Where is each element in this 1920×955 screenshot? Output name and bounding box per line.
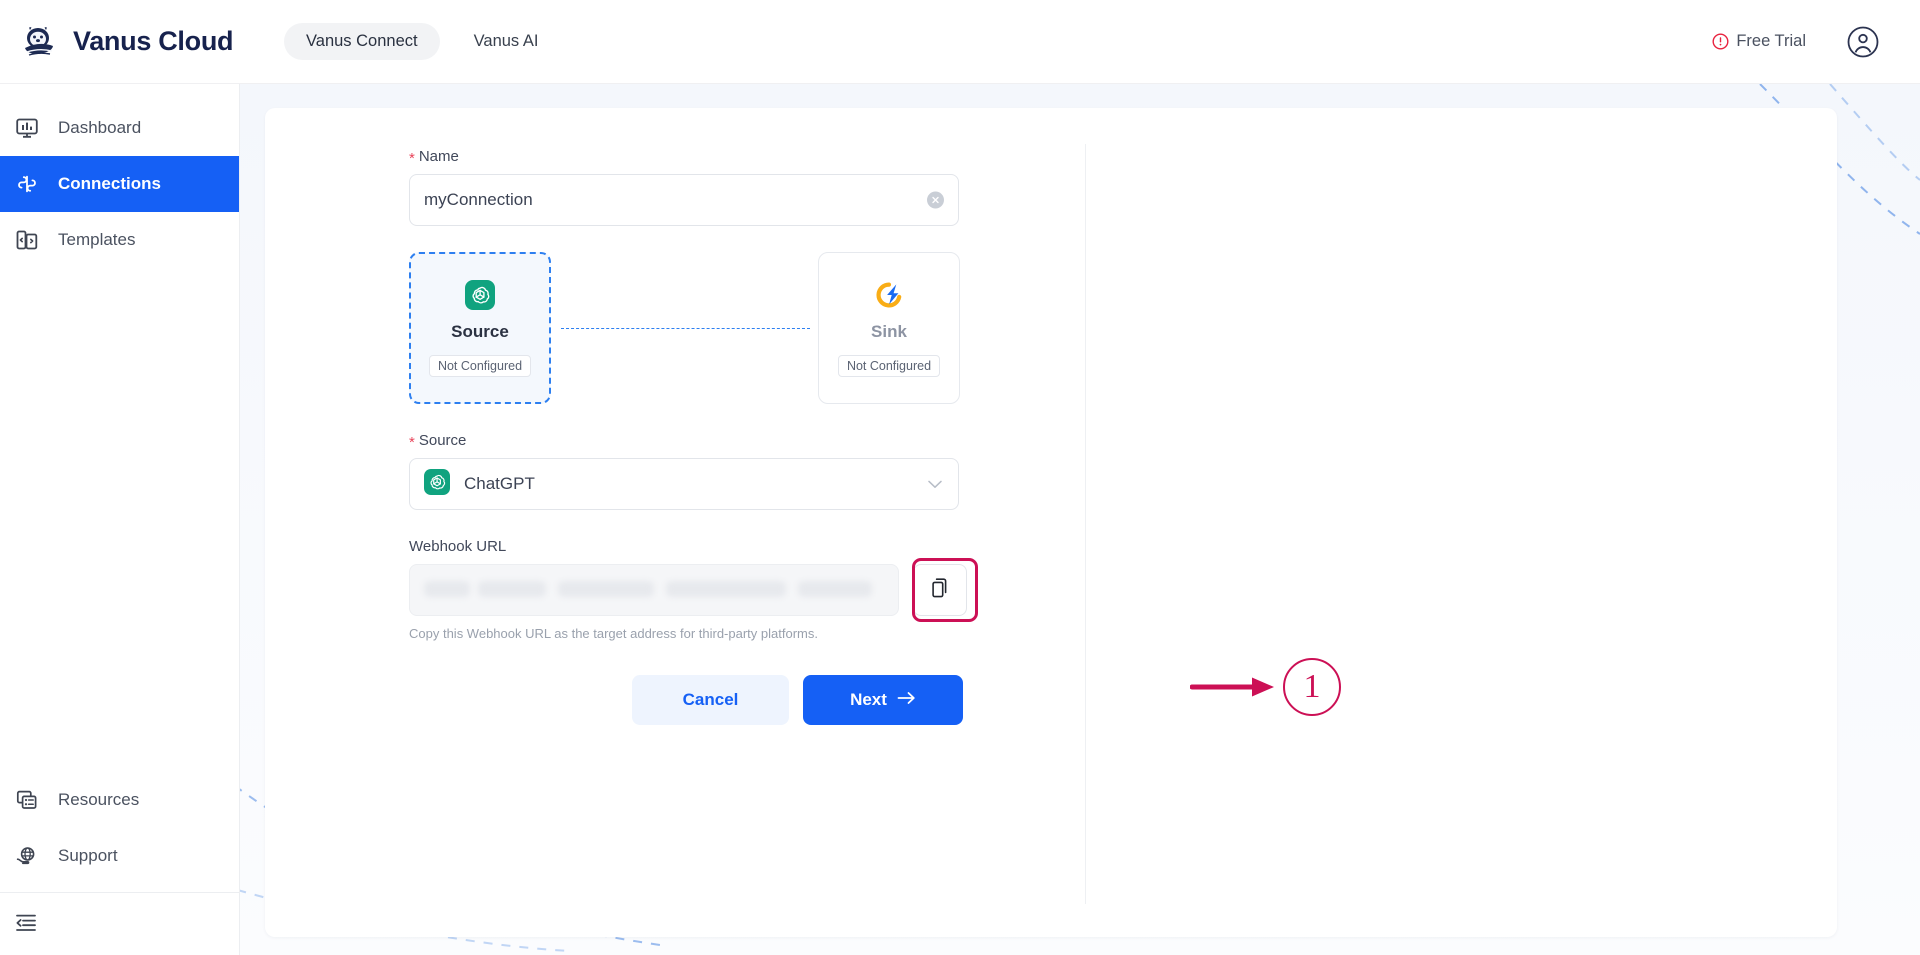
warning-circle-icon <box>1712 33 1729 50</box>
required-asterisk: * <box>409 434 415 451</box>
sink-node-card[interactable]: Sink Not Configured <box>818 252 960 404</box>
sidebar-item-connections[interactable]: Connections <box>0 156 239 212</box>
redacted-block <box>798 581 872 597</box>
chatgpt-icon <box>464 279 496 311</box>
sidebar-item-dashboard[interactable]: Dashboard <box>0 100 239 156</box>
sidebar-item-label: Resources <box>58 790 140 809</box>
node-connector-dashed-line <box>561 328 810 329</box>
tab-vanus-connect[interactable]: Vanus Connect <box>284 23 440 60</box>
required-asterisk: * <box>409 150 415 167</box>
sidebar-item-templates[interactable]: Templates <box>0 212 239 268</box>
templates-code-icon <box>14 227 40 253</box>
resources-list-icon <box>14 787 40 813</box>
source-select-value: ChatGPT <box>464 474 535 493</box>
source-label-text: Source <box>418 432 467 449</box>
copy-webhook-url-button[interactable] <box>913 564 967 616</box>
webhook-label-text: Webhook URL <box>409 538 507 555</box>
sidebar-item-resources[interactable]: Resources <box>0 772 239 828</box>
create-connection-form: * Name myConnection Source Not Configure… <box>409 148 978 725</box>
connection-nodes: Source Not Configured Sink Not Configure… <box>409 252 969 404</box>
connection-name-value: myConnection <box>424 190 533 209</box>
sink-node-title: Sink <box>871 322 907 341</box>
seal-logo-icon <box>18 21 60 63</box>
arrow-right-icon <box>897 690 916 710</box>
webhook-url-row <box>409 558 978 622</box>
sidebar-primary-nav: Dashboard Connections Templates <box>0 84 239 268</box>
sidebar-secondary-nav: Resources Support <box>0 772 239 955</box>
copy-icon <box>930 577 951 604</box>
name-label-text: Name <box>418 148 459 165</box>
redacted-block <box>558 581 654 597</box>
header-right-group: Free Trial <box>1712 25 1880 59</box>
support-globe-hand-icon <box>14 843 40 869</box>
sidebar-item-label: Connections <box>58 174 161 193</box>
annotation-step-number: 1 <box>1283 658 1341 716</box>
dashboard-monitor-icon <box>14 115 40 141</box>
webhook-url-label: Webhook URL <box>409 538 969 555</box>
connection-form-panel: * Name myConnection Source Not Configure… <box>265 108 1837 937</box>
sidebar: Dashboard Connections Templates Resource… <box>0 84 240 955</box>
redacted-block <box>424 581 470 597</box>
free-trial-status[interactable]: Free Trial <box>1712 32 1806 51</box>
redacted-block <box>478 581 546 597</box>
collapse-sidebar-icon <box>14 910 38 939</box>
source-type-select[interactable]: ChatGPT <box>409 458 959 510</box>
next-button[interactable]: Next <box>803 675 963 725</box>
sidebar-item-support[interactable]: Support <box>0 828 239 884</box>
brand[interactable]: Vanus Cloud <box>18 21 248 63</box>
next-button-label: Next <box>850 690 887 709</box>
source-node-title: Source <box>451 322 509 341</box>
user-circle-icon[interactable] <box>1846 25 1880 59</box>
name-field-label: * Name <box>409 148 969 167</box>
source-select-label: * Source <box>409 432 969 451</box>
connections-icon <box>14 171 40 197</box>
vanus-sink-bolt-icon <box>873 279 905 311</box>
chatgpt-icon <box>424 468 450 500</box>
webhook-url-hint: Copy this Webhook URL as the target addr… <box>409 626 818 641</box>
chevron-down-icon[interactable] <box>928 474 942 494</box>
top-nav-tabs: Vanus Connect Vanus AI <box>284 23 560 60</box>
main-content: * Name myConnection Source Not Configure… <box>240 84 1920 955</box>
app-root: Vanus Cloud Vanus Connect Vanus AI Free … <box>0 0 1920 955</box>
sidebar-item-label: Dashboard <box>58 118 142 137</box>
cancel-button[interactable]: Cancel <box>632 675 789 725</box>
brand-name: Vanus Cloud <box>73 26 234 56</box>
connection-name-input[interactable]: myConnection <box>409 174 959 226</box>
sidebar-item-label: Templates <box>58 230 136 249</box>
webhook-url-input[interactable] <box>409 564 899 616</box>
sidebar-item-label: Support <box>58 846 118 865</box>
redacted-block <box>666 581 786 597</box>
source-node-card[interactable]: Source Not Configured <box>409 252 551 404</box>
collapse-sidebar-button[interactable] <box>0 893 239 955</box>
clear-circle-icon[interactable] <box>927 191 944 209</box>
tab-vanus-ai[interactable]: Vanus AI <box>452 23 561 60</box>
panel-vertical-divider <box>1085 144 1086 904</box>
top-header-bar: Vanus Cloud Vanus Connect Vanus AI Free … <box>0 0 1920 84</box>
source-node-status-badge: Not Configured <box>428 355 532 377</box>
free-trial-label: Free Trial <box>1736 32 1806 50</box>
form-actions: Cancel Next <box>632 675 969 725</box>
sink-node-status-badge: Not Configured <box>837 355 941 377</box>
